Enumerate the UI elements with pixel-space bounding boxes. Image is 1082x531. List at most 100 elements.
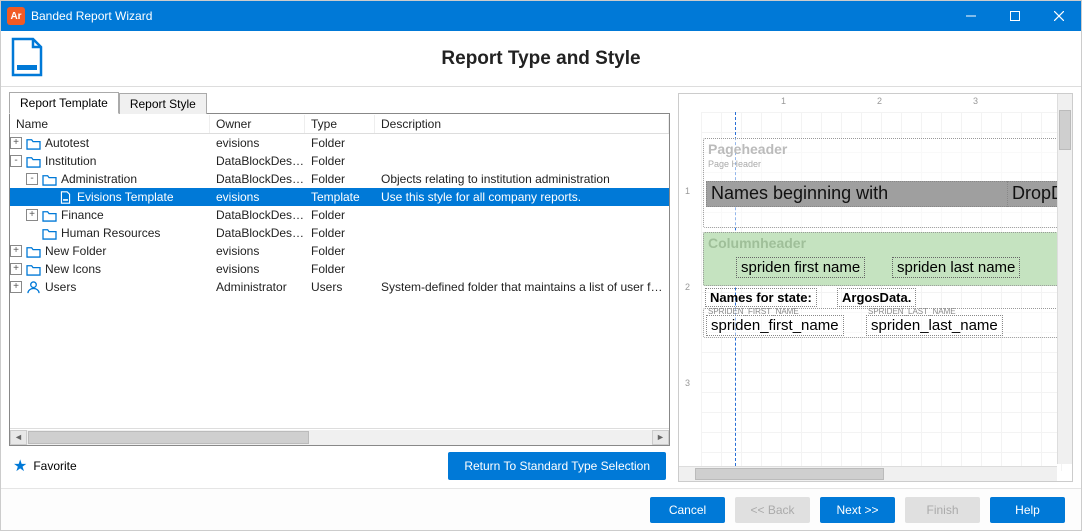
tree-item-label: Human Resources bbox=[61, 226, 160, 240]
scroll-left-button[interactable]: ◄ bbox=[10, 430, 27, 445]
preview-horizontal-scrollbar[interactable] bbox=[679, 466, 1057, 481]
columnheader-band[interactable]: Columnheader spriden first name spriden … bbox=[703, 232, 1060, 286]
cancel-button[interactable]: Cancel bbox=[650, 497, 725, 523]
pageheader-label: Pageheader bbox=[704, 139, 1059, 159]
tree-item-owner: evisions bbox=[210, 136, 305, 150]
expander-icon[interactable]: + bbox=[10, 245, 22, 257]
wizard-footer: Cancel << Back Next >> Finish Help bbox=[1, 488, 1081, 530]
tree-item-owner: DataBlockDesig... bbox=[210, 172, 305, 186]
detail-band[interactable]: SPRIDEN_FIRST_NAME SPRIDEN_LAST_NAME spr… bbox=[703, 308, 1060, 338]
expander-icon[interactable]: - bbox=[26, 173, 38, 185]
template-pane: Report Template Report Style Name Owner … bbox=[9, 93, 670, 482]
tree-row[interactable]: + New Icons evisionsFolder bbox=[10, 260, 669, 278]
scroll-thumb[interactable] bbox=[28, 431, 309, 444]
tree-item-label: New Folder bbox=[45, 244, 106, 258]
expander-icon[interactable]: + bbox=[10, 281, 22, 293]
preview-vertical-scrollbar[interactable] bbox=[1057, 94, 1072, 464]
tree-item-type: Template bbox=[305, 190, 375, 204]
tree-item-owner: DataBlockDesig... bbox=[210, 154, 305, 168]
tree-item-desc: Objects relating to institution administ… bbox=[375, 172, 669, 186]
scroll-track[interactable] bbox=[27, 430, 652, 445]
expander-icon[interactable]: - bbox=[10, 155, 22, 167]
argos-field[interactable]: ArgosData. bbox=[837, 288, 916, 307]
wizard-header: Report Type and Style bbox=[1, 31, 1081, 87]
tree-row[interactable]: +New FolderevisionsFolder bbox=[10, 242, 669, 260]
tree-item-owner: evisions bbox=[210, 190, 305, 204]
horizontal-scrollbar[interactable]: ◄ ► bbox=[10, 428, 669, 445]
expander-spacer bbox=[26, 227, 38, 239]
close-button[interactable] bbox=[1037, 1, 1081, 31]
col-owner[interactable]: Owner bbox=[210, 115, 305, 133]
tree-item-label: Finance bbox=[61, 208, 104, 222]
tree-item-label: Institution bbox=[45, 154, 96, 168]
tree-item-type: Folder bbox=[305, 244, 375, 258]
col-description[interactable]: Description bbox=[375, 115, 669, 133]
help-button[interactable]: Help bbox=[990, 497, 1065, 523]
title-field[interactable]: Names beginning with bbox=[706, 181, 1009, 207]
preview-canvas[interactable]: 1 2 3 1 2 3 Pageheader Page Header Names… bbox=[679, 94, 1072, 481]
tree-row[interactable]: + Autotest evisionsFolder bbox=[10, 134, 669, 152]
tree-item-type: Folder bbox=[305, 208, 375, 222]
wizard-window: Ar Banded Report Wizard Report Type and … bbox=[0, 0, 1082, 531]
expander-icon[interactable]: + bbox=[10, 263, 22, 275]
tree-item-type: Folder bbox=[305, 154, 375, 168]
col-name[interactable]: Name bbox=[10, 115, 210, 133]
template-tree: Name Owner Type Description + Autotest evi… bbox=[9, 113, 670, 446]
col2-field[interactable]: spriden last name bbox=[892, 257, 1020, 278]
tree-item-label: Evisions Template bbox=[77, 190, 174, 204]
col-type[interactable]: Type bbox=[305, 115, 375, 133]
tree-item-desc: System-defined folder that maintains a l… bbox=[375, 280, 669, 294]
finish-button[interactable]: Finish bbox=[905, 497, 980, 523]
tree-item-type: Folder bbox=[305, 262, 375, 276]
maximize-button[interactable] bbox=[993, 1, 1037, 31]
tree-row[interactable]: + Finance DataBlockDesig...Folder bbox=[10, 206, 669, 224]
favorite-icon[interactable]: ★ bbox=[13, 456, 27, 476]
ruler-horizontal: 1 2 3 bbox=[701, 94, 1062, 112]
window-title: Banded Report Wizard bbox=[31, 9, 152, 23]
tree-row[interactable]: - Administration DataBlockDesig...FolderOb… bbox=[10, 170, 669, 188]
page-title: Report Type and Style bbox=[441, 48, 640, 70]
content-area: Report Template Report Style Name Owner … bbox=[1, 87, 1081, 488]
return-standard-button[interactable]: Return To Standard Type Selection bbox=[448, 452, 666, 480]
tab-bar: Report Template Report Style bbox=[9, 93, 670, 113]
tree-item-label: Autotest bbox=[45, 136, 89, 150]
col1-field[interactable]: spriden first name bbox=[736, 257, 865, 278]
names-state-field[interactable]: Names for state: bbox=[705, 288, 817, 307]
tree-item-owner: evisions bbox=[210, 262, 305, 276]
back-button[interactable]: << Back bbox=[735, 497, 810, 523]
expander-icon[interactable]: + bbox=[26, 209, 38, 221]
detail-field2[interactable]: spriden_last_name bbox=[866, 315, 1003, 336]
tree-item-label: Administration bbox=[61, 172, 137, 186]
tree-item-type: Folder bbox=[305, 136, 375, 150]
tree-item-owner: Administrator bbox=[210, 280, 305, 294]
detail-field1[interactable]: spriden_first_name bbox=[706, 315, 844, 336]
expander-spacer bbox=[42, 191, 54, 203]
tree-item-label: New Icons bbox=[45, 262, 101, 276]
tree-item-type: Folder bbox=[305, 172, 375, 186]
columnheader-label: Columnheader bbox=[704, 233, 1059, 253]
pageheader-band[interactable]: Pageheader Page Header Names beginning w… bbox=[703, 138, 1060, 228]
tree-item-type: Users bbox=[305, 280, 375, 294]
scroll-right-button[interactable]: ► bbox=[652, 430, 669, 445]
report-icon bbox=[11, 37, 45, 80]
dropd-field[interactable]: DropD bbox=[1007, 181, 1063, 207]
tree-item-owner: DataBlockDesig... bbox=[210, 208, 305, 222]
tree-row[interactable]: Evisions TemplateevisionsTemplateUse thi… bbox=[10, 188, 669, 206]
tree-row[interactable]: - Institution DataBlockDesig...Folder bbox=[10, 152, 669, 170]
tree-row[interactable]: Human ResourcesDataBlockDesig...Folder bbox=[10, 224, 669, 242]
pageheader-sub: Page Header bbox=[704, 159, 1059, 169]
minimize-button[interactable] bbox=[949, 1, 993, 31]
column-headers: Name Owner Type Description bbox=[10, 114, 669, 134]
design-surface[interactable]: Pageheader Page Header Names beginning w… bbox=[701, 112, 1062, 471]
tree-row[interactable]: +UsersAdministratorUsersSystem-defined f… bbox=[10, 278, 669, 296]
preview-vscroll-thumb[interactable] bbox=[1059, 110, 1071, 150]
tree-item-type: Folder bbox=[305, 226, 375, 240]
tab-report-template[interactable]: Report Template bbox=[9, 92, 119, 114]
tree-body[interactable]: +AutotestevisionsFolder-InstitutionDataB… bbox=[10, 134, 669, 428]
next-button[interactable]: Next >> bbox=[820, 497, 895, 523]
expander-icon[interactable]: + bbox=[10, 137, 22, 149]
app-icon: Ar bbox=[7, 7, 25, 25]
tree-item-label: Users bbox=[45, 280, 76, 294]
tab-report-style[interactable]: Report Style bbox=[119, 93, 207, 114]
preview-hscroll-thumb[interactable] bbox=[695, 468, 884, 480]
